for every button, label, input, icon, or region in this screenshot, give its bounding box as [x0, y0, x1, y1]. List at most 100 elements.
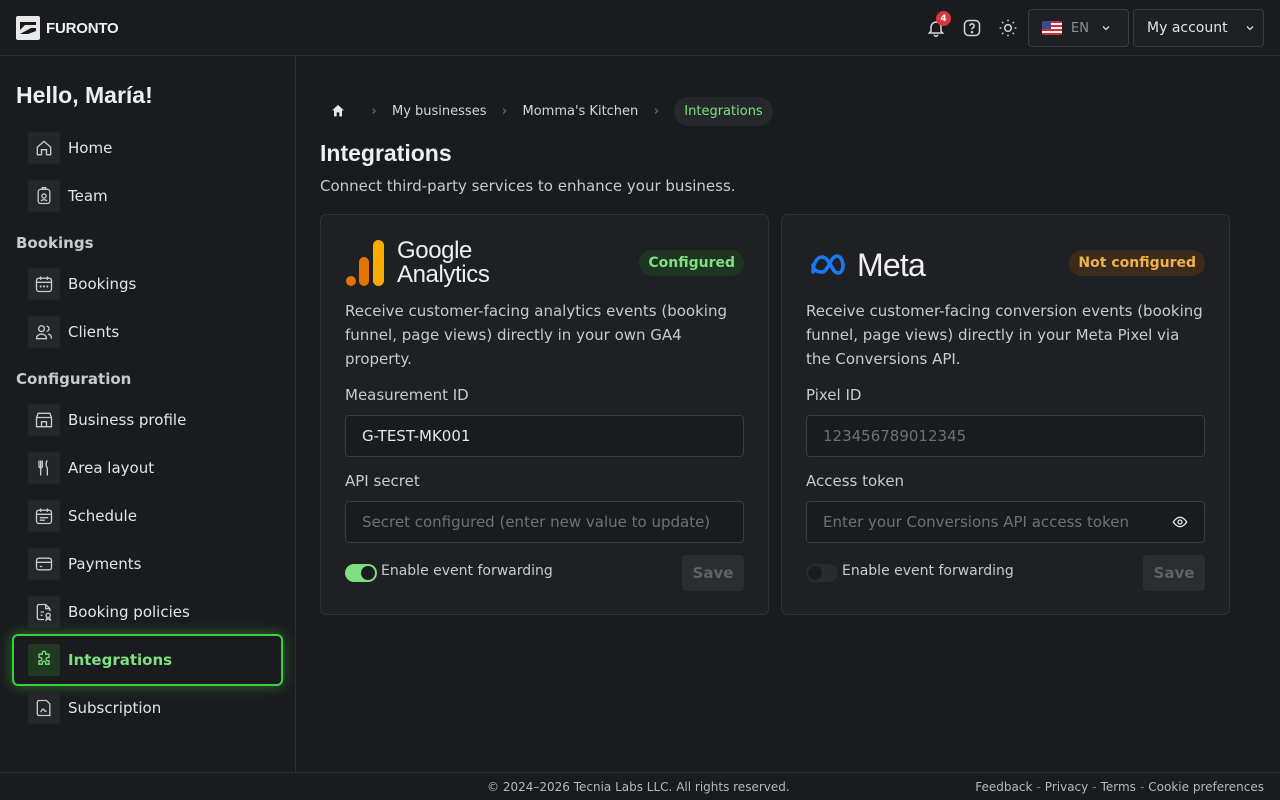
- breadcrumb-item-my-businesses[interactable]: My businesses: [392, 104, 486, 119]
- badge-icon: [28, 180, 60, 212]
- access-token-label: Access token: [806, 472, 905, 490]
- breadcrumb: › My businesses › Momma's Kitchen › Inte…: [320, 96, 773, 126]
- google-analytics-card: Google Analytics Configured Receive cust…: [320, 214, 769, 615]
- home-icon: [28, 132, 60, 164]
- api-secret-label: API secret: [345, 472, 420, 490]
- meta-logo-text: Meta: [857, 247, 926, 283]
- ga-logo-line1: Google: [397, 237, 472, 264]
- status-badge: Not configured: [1069, 250, 1205, 276]
- footer-link-privacy[interactable]: Privacy: [1045, 780, 1088, 794]
- toggle-label: Enable event forwarding: [842, 563, 1014, 579]
- breadcrumb-separator-icon: ›: [653, 103, 659, 119]
- sidebar-item-team[interactable]: Team: [28, 180, 108, 212]
- theme-toggle-button[interactable]: [996, 16, 1020, 40]
- sidebar-item-payments[interactable]: Payments: [28, 548, 141, 580]
- home-icon: [332, 105, 344, 117]
- footer-separator: -: [1139, 780, 1145, 794]
- card-description: Receive customer-facing analytics events…: [345, 302, 727, 368]
- google-analytics-logo: Google Analytics: [345, 237, 490, 288]
- users-icon: [28, 316, 60, 348]
- google-analytics-bars-icon: [346, 240, 384, 286]
- storefront-icon: [28, 404, 60, 436]
- footer-link-cookie-preferences[interactable]: Cookie preferences: [1148, 780, 1264, 794]
- sidebar-item-booking-policies[interactable]: Booking policies: [28, 596, 190, 628]
- credit-card-icon: [28, 548, 60, 580]
- sidebar-item-label: Schedule: [68, 507, 137, 525]
- measurement-id-label: Measurement ID: [345, 386, 469, 404]
- logo-mark-icon: [16, 16, 40, 40]
- toggle-knob: [808, 566, 822, 580]
- contract-icon: [28, 692, 60, 724]
- schedule-icon: [28, 500, 60, 532]
- footer-links: Feedback - Privacy - Terms - Cookie pref…: [975, 780, 1264, 794]
- save-button[interactable]: Save: [1143, 555, 1205, 591]
- meta-infinity-icon: [811, 253, 845, 275]
- event-forwarding-toggle[interactable]: [806, 564, 838, 582]
- language-label: EN: [1071, 20, 1089, 36]
- ga-logo-line2: Analytics: [397, 261, 490, 288]
- footer-separator: -: [1092, 780, 1097, 794]
- account-menu-button[interactable]: My account: [1133, 9, 1264, 47]
- chevron-down-icon: [1246, 26, 1254, 31]
- sun-icon: [999, 19, 1017, 37]
- status-badge: Configured: [639, 250, 744, 276]
- sidebar-item-label: Clients: [68, 323, 120, 341]
- sidebar-item-label: Business profile: [68, 411, 187, 429]
- section-title-bookings: Bookings: [16, 234, 94, 252]
- section-title-configuration: Configuration: [16, 370, 132, 388]
- sidebar-item-label: Payments: [68, 555, 142, 573]
- breadcrumb-item-business[interactable]: Momma's Kitchen: [522, 104, 638, 119]
- top-bar: FURONTO 4 EN My account: [0, 0, 1280, 56]
- sidebar-item-schedule[interactable]: Schedule: [28, 500, 137, 532]
- card-description: Receive customer-facing conversion event…: [806, 302, 1203, 368]
- language-selector[interactable]: EN: [1028, 9, 1129, 47]
- copyright: © 2024–2026 Tecnia Labs LLC. All rights …: [487, 780, 790, 794]
- save-button[interactable]: Save: [682, 555, 744, 591]
- meta-logo: Meta: [809, 247, 926, 284]
- sidebar-item-label: Booking policies: [68, 603, 190, 621]
- pixel-id-label: Pixel ID: [806, 386, 862, 404]
- footer-separator: -: [1036, 780, 1041, 794]
- policy-icon: [28, 596, 60, 628]
- sidebar-item-clients[interactable]: Clients: [28, 316, 119, 348]
- greeting: Hello, María!: [16, 82, 153, 108]
- eye-icon: [1172, 516, 1187, 528]
- account-label: My account: [1147, 20, 1228, 36]
- access-token-input[interactable]: Enter your Conversions API access token: [806, 501, 1156, 543]
- sidebar-item-area-layout[interactable]: Area layout: [28, 452, 154, 484]
- measurement-id-input[interactable]: G-TEST-MK001: [345, 415, 744, 457]
- us-flag-icon: [1042, 21, 1062, 35]
- api-secret-input[interactable]: Secret configured (enter new value to up…: [345, 501, 744, 543]
- page-subtitle: Connect third-party services to enhance …: [320, 177, 736, 195]
- show-token-button[interactable]: [1155, 501, 1205, 543]
- sidebar-item-business-profile[interactable]: Business profile: [28, 404, 186, 436]
- sidebar-item-label: Integrations: [68, 651, 173, 669]
- sidebar: Hello, María! Home Team Bookings Booking…: [0, 56, 296, 772]
- help-icon: [963, 19, 981, 37]
- footer-link-feedback[interactable]: Feedback: [975, 780, 1032, 794]
- notification-count-badge: 4: [936, 11, 951, 26]
- breadcrumb-current: Integrations: [674, 96, 773, 126]
- sidebar-item-subscription[interactable]: Subscription: [28, 692, 161, 724]
- sidebar-item-label: Team: [68, 187, 108, 205]
- sidebar-item-integrations[interactable]: Integrations: [28, 644, 172, 676]
- page-title: Integrations: [320, 140, 452, 166]
- breadcrumb-separator-icon: ›: [501, 103, 508, 119]
- event-forwarding-toggle[interactable]: [345, 564, 377, 582]
- footer-link-terms[interactable]: Terms: [1101, 780, 1136, 794]
- help-button[interactable]: [960, 16, 984, 40]
- sidebar-item-home[interactable]: Home: [28, 132, 112, 164]
- breadcrumb-home[interactable]: [320, 96, 356, 126]
- sidebar-item-label: Area layout: [68, 459, 155, 477]
- meta-card: Meta Not configured Receive customer-fac…: [781, 214, 1230, 615]
- brand-name: FURONTO: [46, 19, 119, 37]
- sidebar-item-bookings[interactable]: Bookings: [28, 268, 136, 300]
- sidebar-item-label: Subscription: [68, 699, 162, 717]
- breadcrumb-separator-icon: ›: [371, 103, 377, 119]
- footer: © 2024–2026 Tecnia Labs LLC. All rights …: [0, 772, 1280, 800]
- calendar-icon: [28, 268, 60, 300]
- pixel-id-input[interactable]: 123456789012345: [806, 415, 1205, 457]
- brand-logo[interactable]: FURONTO: [16, 16, 119, 40]
- sidebar-item-label: Home: [68, 139, 113, 157]
- puzzle-icon: [28, 644, 60, 676]
